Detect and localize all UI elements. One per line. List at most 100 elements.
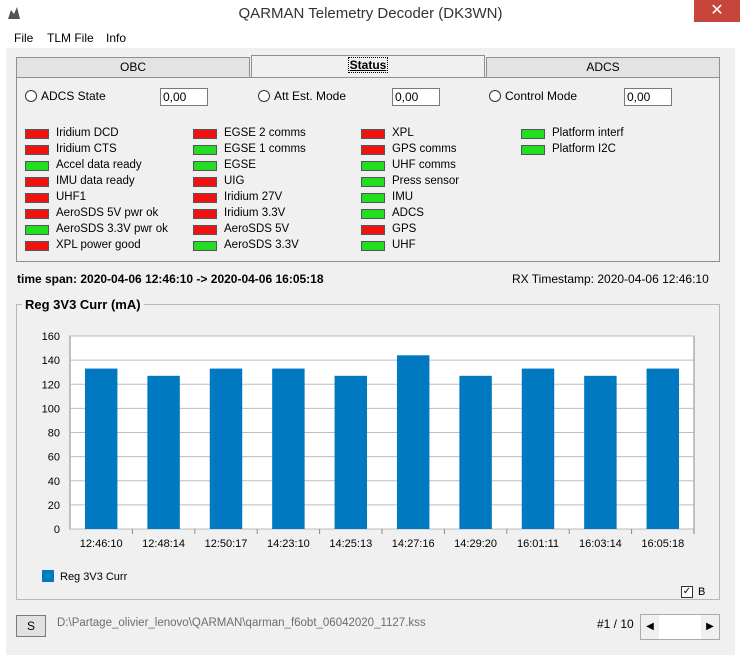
bar — [584, 375, 617, 529]
tab-obc[interactable]: OBC — [16, 57, 250, 78]
control-mode-radio[interactable] — [489, 90, 501, 102]
att-est-mode-radio[interactable] — [258, 90, 270, 102]
x-tick-label: 14:23:10 — [267, 538, 310, 550]
y-tick-label: 160 — [42, 331, 60, 343]
indicator-label: Platform I2C — [552, 143, 616, 155]
scroll-right-icon[interactable]: ▶ — [701, 615, 719, 639]
menu-bar: File TLM File Info — [0, 28, 741, 48]
indicator-label: AeroSDS 5V — [224, 223, 290, 235]
tab-status-label: Status — [347, 57, 389, 73]
bar — [459, 375, 492, 529]
x-tick-label: 12:48:14 — [142, 538, 185, 550]
indicator-led — [361, 241, 385, 251]
indicator-led — [361, 145, 385, 155]
scroll-left-icon[interactable]: ◀ — [641, 615, 659, 639]
legend-swatch — [42, 570, 54, 582]
indicator-label: Press sensor — [392, 175, 460, 187]
indicator-led — [361, 129, 385, 139]
bar — [396, 355, 430, 529]
control-mode-field[interactable]: 0,00 — [624, 88, 672, 106]
att-est-mode-field[interactable]: 0,00 — [392, 88, 440, 106]
tab-adcs[interactable]: ADCS — [486, 57, 720, 78]
indicator-label: ADCS — [392, 207, 424, 219]
indicator-led — [25, 193, 49, 203]
time-span-text: time span: 2020-04-06 12:46:10 -> 2020-0… — [17, 272, 324, 286]
indicator-label: GPS — [392, 223, 417, 235]
indicator-led — [25, 129, 49, 139]
s-button[interactable]: S — [16, 615, 46, 637]
indicator-led — [193, 177, 217, 187]
indicator-label: AeroSDS 3.3V — [224, 239, 299, 251]
y-tick-label: 60 — [48, 452, 60, 464]
title-bar: QARMAN Telemetry Decoder (DK3WN) ✕ — [0, 0, 741, 28]
indicator-led — [361, 193, 385, 203]
x-tick-label: 14:25:13 — [329, 538, 372, 550]
bar — [521, 368, 555, 529]
indicator-led — [193, 161, 217, 171]
indicator-label: Accel data ready — [56, 159, 142, 171]
y-tick-label: 40 — [48, 476, 60, 488]
indicator-label: XPL — [392, 127, 414, 139]
indicator-label: UHF — [392, 239, 416, 251]
indicator-led — [521, 129, 545, 139]
indicator-label: Iridium DCD — [56, 127, 119, 139]
indicator-label: EGSE — [224, 159, 256, 171]
adcs-state-radio[interactable] — [25, 90, 37, 102]
indicator-label: EGSE 2 comms — [224, 127, 306, 139]
bar — [209, 368, 243, 529]
indicator-led — [193, 145, 217, 155]
bar — [646, 368, 680, 529]
page-scrollbar[interactable]: ◀ ▶ — [640, 614, 720, 640]
y-tick-label: 140 — [42, 355, 60, 367]
bar — [334, 375, 368, 529]
indicator-led — [25, 161, 49, 171]
indicator-label: IMU — [392, 191, 414, 203]
indicator-label: Iridium CTS — [56, 143, 117, 155]
indicator-led — [193, 193, 217, 203]
x-tick-label: 12:50:17 — [205, 538, 248, 550]
menu-tlm-file[interactable]: TLM File — [47, 31, 94, 45]
x-tick-label: 16:03:14 — [579, 538, 622, 550]
x-tick-label: 12:46:10 — [80, 538, 123, 550]
x-tick-label: 16:01:11 — [517, 538, 559, 550]
y-tick-label: 20 — [48, 500, 60, 512]
indicator-label: Iridium 27V — [224, 191, 283, 203]
menu-file[interactable]: File — [14, 31, 33, 45]
indicator-led — [25, 209, 49, 219]
adcs-state-label: ADCS State — [41, 89, 106, 103]
indicator-led — [193, 129, 217, 139]
indicator-led — [25, 225, 49, 235]
control-mode-label: Control Mode — [505, 89, 578, 103]
rx-timestamp: RX Timestamp: 2020-04-06 12:46:10 — [512, 272, 709, 286]
indicator-label: AeroSDS 5V pwr ok — [56, 207, 159, 219]
indicator-led — [193, 241, 217, 251]
close-button[interactable]: ✕ — [694, 0, 740, 22]
series-b-checkbox[interactable]: ✓ — [681, 586, 693, 598]
file-path: D:\Partage_olivier_lenovo\QARMAN\qarman_… — [57, 617, 426, 629]
y-tick-label: 80 — [48, 428, 60, 440]
series-b-label: B — [698, 586, 706, 598]
bar — [272, 368, 305, 529]
indicator-label: XPL power good — [56, 239, 141, 251]
indicator-label: Iridium 3.3V — [224, 207, 286, 219]
x-tick-label: 14:27:16 — [392, 538, 435, 550]
bar-chart: 0 20 40 60 80 100 120 140 160 12:46:10 12:48:14 12:… — [42, 331, 695, 583]
att-est-mode-label: Att Est. Mode — [274, 89, 347, 103]
indicator-led — [521, 145, 545, 155]
indicator-label: EGSE 1 comms — [224, 143, 306, 155]
indicator-led — [361, 209, 385, 219]
legend-label: Reg 3V3 Curr — [60, 571, 128, 583]
indicator-led — [361, 161, 385, 171]
indicator-label: UIG — [224, 175, 245, 187]
indicator-label: UHF comms — [392, 159, 456, 171]
y-tick-label: 120 — [42, 379, 60, 391]
indicator-led — [361, 177, 385, 187]
adcs-state-field[interactable]: 0,00 — [160, 88, 208, 106]
indicator-label: Platform interf — [552, 127, 624, 139]
bar — [147, 375, 180, 529]
menu-info[interactable]: Info — [106, 31, 126, 45]
y-tick-label: 0 — [54, 524, 60, 536]
indicator-led — [25, 241, 49, 251]
tab-status[interactable]: Status — [251, 55, 485, 78]
indicator-led — [193, 225, 217, 235]
